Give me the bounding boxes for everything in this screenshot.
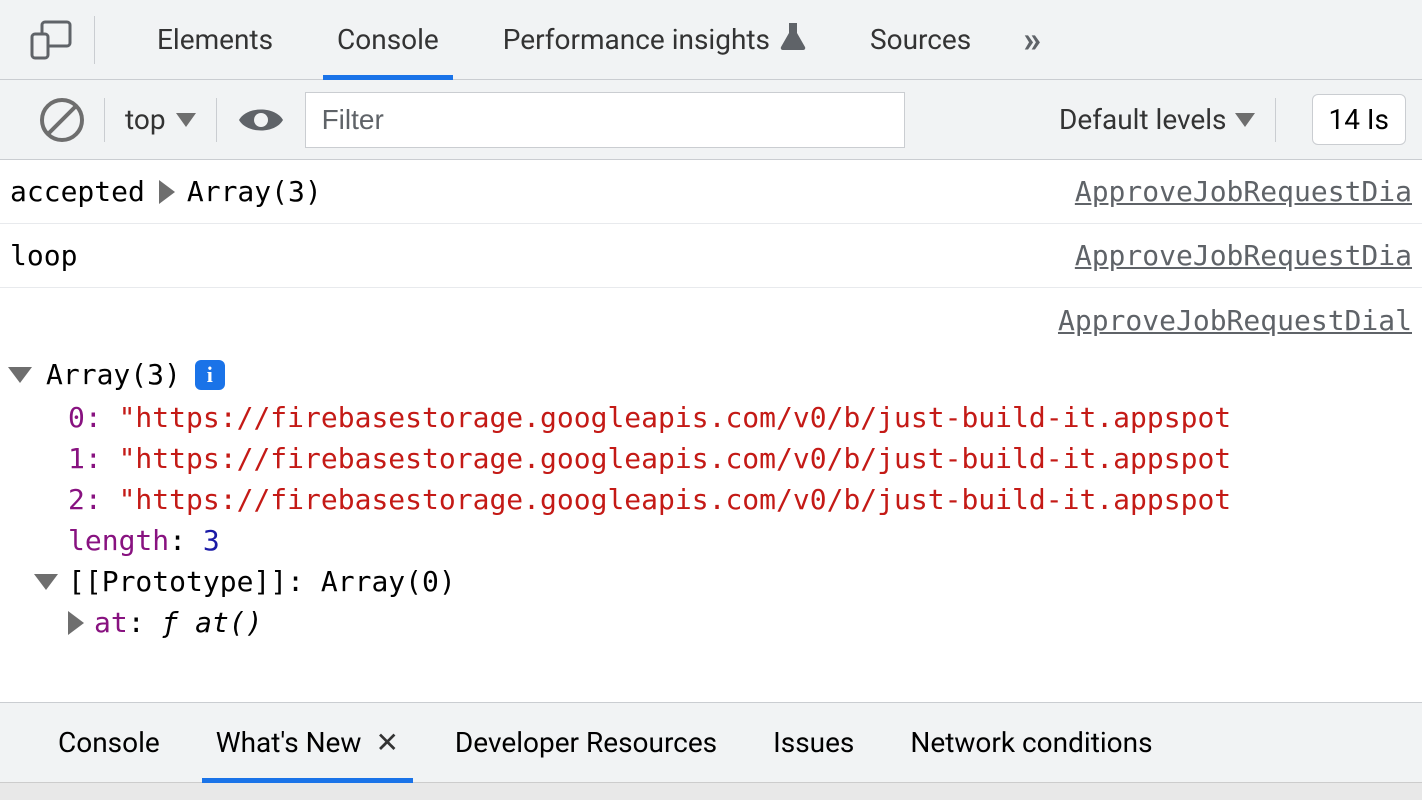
chevron-down-icon: [176, 113, 196, 127]
prototype-row: [[Prototype]]: Array(0): [0, 561, 1422, 602]
expanded-array-summary: Array(3) i: [0, 352, 1422, 397]
clear-console-icon[interactable]: [40, 98, 84, 142]
tab-performance-insights-label: Performance insights: [503, 23, 770, 56]
close-icon[interactable]: ✕: [375, 726, 398, 759]
device-toggle-icon[interactable]: [30, 16, 95, 64]
array-summary-text: Array(3): [46, 358, 181, 391]
drawer-tab-console[interactable]: Console: [30, 703, 188, 783]
issues-button[interactable]: 14 Is: [1312, 94, 1406, 145]
source-link[interactable]: ApproveJobRequestDia: [1075, 239, 1412, 272]
method-entry: at: ƒ at(): [94, 606, 263, 639]
tab-elements[interactable]: Elements: [125, 0, 305, 80]
log-text: accepted: [10, 175, 145, 208]
array-item: 0: "https://firebasestorage.googleapis.c…: [68, 397, 1422, 438]
toolbar-separator: [104, 98, 105, 142]
context-label: top: [125, 103, 166, 136]
source-link[interactable]: ApproveJobRequestDia: [1075, 175, 1412, 208]
devtools-main-tabs: Elements Console Performance insights So…: [0, 0, 1422, 80]
os-taskbar: [0, 782, 1422, 800]
log-levels-selector[interactable]: Default levels: [1059, 103, 1255, 136]
info-icon[interactable]: i: [195, 360, 225, 390]
length-value: 3: [203, 524, 220, 557]
context-selector[interactable]: top: [125, 103, 196, 136]
console-log-row: ApproveJobRequestDial: [0, 288, 1422, 352]
drawer-tab-whats-new[interactable]: What's New ✕: [188, 703, 427, 783]
console-log-row: accepted Array(3) ApproveJobRequestDia: [0, 160, 1422, 224]
log-text: loop: [10, 239, 77, 272]
tab-console[interactable]: Console: [305, 0, 471, 80]
prototype-method-row: at: ƒ at(): [0, 602, 1422, 643]
tabs-overflow-icon[interactable]: »: [1023, 19, 1041, 61]
array-item: 2: "https://firebasestorage.googleapis.c…: [68, 479, 1422, 520]
drawer-tabs: Console What's New ✕ Developer Resources…: [0, 702, 1422, 782]
toolbar-separator: [1275, 98, 1276, 142]
drawer-tab-developer-resources[interactable]: Developer Resources: [427, 703, 745, 783]
drawer-tab-network-conditions[interactable]: Network conditions: [882, 703, 1180, 783]
tab-sources[interactable]: Sources: [838, 0, 1003, 80]
console-output: accepted Array(3) ApproveJobRequestDia l…: [0, 160, 1422, 702]
array-value[interactable]: "https://firebasestorage.googleapis.com/…: [119, 442, 1232, 475]
array-value[interactable]: "https://firebasestorage.googleapis.com/…: [119, 483, 1232, 516]
prototype-label: [[Prototype]]: Array(0): [68, 565, 456, 598]
collapse-toggle-icon[interactable]: [8, 367, 32, 383]
console-toolbar: top Default levels 14 Is: [0, 80, 1422, 160]
expand-toggle-icon[interactable]: [68, 611, 84, 635]
drawer-tab-label: What's New: [216, 726, 362, 759]
log-object-summary[interactable]: Array(3): [187, 175, 322, 208]
array-value[interactable]: "https://firebasestorage.googleapis.com/…: [119, 401, 1232, 434]
console-log-row: loop ApproveJobRequestDia: [0, 224, 1422, 288]
array-items: 0: "https://firebasestorage.googleapis.c…: [0, 397, 1422, 561]
array-index: 0: [68, 401, 85, 434]
live-expression-icon[interactable]: [237, 104, 285, 136]
levels-label: Default levels: [1059, 103, 1227, 136]
array-length: length: 3: [68, 520, 1422, 561]
array-item: 1: "https://firebasestorage.googleapis.c…: [68, 438, 1422, 479]
toolbar-separator: [216, 98, 217, 142]
length-label: length: [68, 524, 169, 557]
flask-icon: [780, 21, 806, 58]
tab-performance-insights[interactable]: Performance insights: [471, 0, 838, 80]
collapse-toggle-icon[interactable]: [34, 574, 58, 590]
drawer-tab-issues[interactable]: Issues: [745, 703, 882, 783]
chevron-down-icon: [1235, 113, 1255, 127]
source-link[interactable]: ApproveJobRequestDial: [1058, 304, 1412, 337]
array-index: 1: [68, 442, 85, 475]
filter-input[interactable]: [305, 92, 905, 148]
expand-toggle-icon[interactable]: [159, 180, 175, 204]
array-index: 2: [68, 483, 85, 516]
